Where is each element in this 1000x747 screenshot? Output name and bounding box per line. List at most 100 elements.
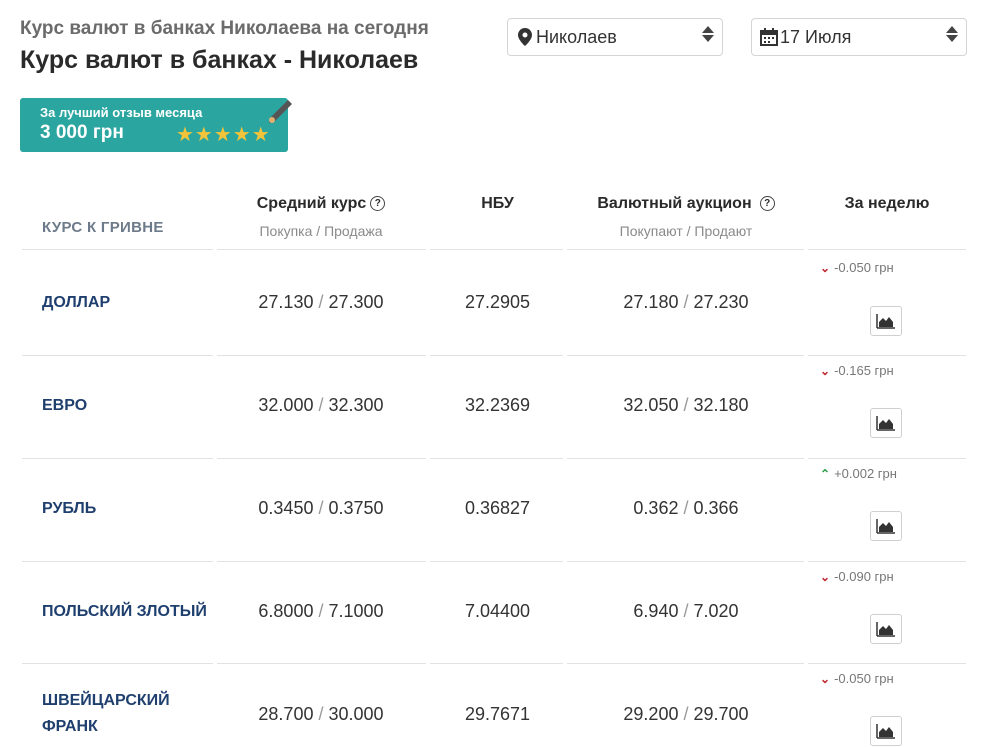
col-header-avg-label: Средний курс [256,195,367,212]
help-icon[interactable]: ? [370,196,386,211]
area-chart-icon [876,416,895,431]
divider [430,561,563,562]
chevron-down-icon: ⌄ [820,671,831,686]
auction-buy: 32.050 [623,395,679,415]
currency-name[interactable]: ЕВРО [42,393,87,419]
auction-sell: 7.020 [693,601,739,621]
rate-separator: / [683,601,689,621]
sell-rate: 7.1000 [328,601,384,621]
divider [430,458,563,459]
rate-separator: / [683,704,689,724]
week-change: ⌄ -0.090 грн [820,569,894,584]
rate-separator: / [318,395,324,415]
currency-name[interactable]: ПОЛЬСКИЙ ЗЛОТЫЙ [42,599,207,625]
auction-buy: 6.940 [633,601,679,621]
col-header-auction-sub: Покупают / Продают [619,223,753,239]
divider [567,561,804,562]
col-header-nbu-label: НБУ [481,195,514,212]
week-change-value: -0.090 грн [834,569,894,584]
rate-separator: / [318,498,324,518]
currency-name[interactable]: ДОЛЛАР [42,290,110,316]
divider [217,663,426,664]
divider [22,561,213,562]
chart-button[interactable] [870,716,902,746]
col-header-week-label: За неделю [844,195,930,212]
divider [430,355,563,356]
col-header-week: За неделю [808,195,966,213]
avg-rate: 32.000 / 32.300 [215,395,427,416]
divider [808,355,966,356]
select-arrows-icon [702,26,714,42]
chart-button[interactable] [870,511,902,541]
avg-rate: 28.700 / 30.000 [215,704,427,725]
chevron-down-icon: ⌄ [820,569,831,584]
divider [567,458,804,459]
week-change-value: -0.050 грн [834,671,894,686]
auction-rate: 6.940 / 7.020 [568,601,804,622]
week-change: ⌃ +0.002 грн [820,466,897,481]
chart-button[interactable] [870,408,902,438]
col-header-avg: Средний курс? Покупка / Продажа [215,195,427,239]
currency-name[interactable]: ШВЕЙЦАРСКИЙ ФРАНК [42,688,170,740]
area-chart-icon [876,519,895,534]
sell-rate: 30.000 [328,704,384,724]
divider [22,355,213,356]
calendar-icon [760,28,778,46]
date-select[interactable]: 17 Июля [751,18,967,56]
rate-separator: / [683,395,689,415]
nbu-rate: 7.04400 [464,601,531,621]
divider [567,355,804,356]
buy-rate: 0.3450 [258,498,314,518]
divider [22,663,213,664]
help-icon[interactable]: ? [759,196,775,211]
chart-button[interactable] [870,306,902,336]
city-select-value: Николаев [536,26,617,47]
currency-name-line2: ФРАНК [42,718,98,735]
divider [22,249,213,250]
auction-sell: 29.700 [693,704,749,724]
divider [430,249,563,250]
currency-name[interactable]: РУБЛЬ [42,496,96,522]
auction-rate: 0.362 / 0.366 [568,498,804,519]
week-change-value: -0.050 грн [834,260,894,275]
avg-rate: 27.130 / 27.300 [215,292,427,313]
buy-rate: 27.130 [258,292,314,312]
buy-rate: 6.8000 [258,601,314,621]
page-subtitle: Курс валют в банках Николаева на сегодня [20,18,429,39]
divider [217,458,426,459]
area-chart-icon [876,724,895,739]
nbu-rate: 27.2905 [464,292,531,312]
nbu-rate: 29.7671 [464,704,531,724]
nbu-rate: 0.36827 [464,498,531,518]
col-header-nbu: НБУ [430,195,565,213]
nbu-rate: 32.2369 [464,395,531,415]
week-change-value: +0.002 грн [834,466,897,481]
auction-buy: 0.362 [633,498,679,518]
auction-rate: 29.200 / 29.700 [568,704,804,725]
chevron-down-icon: ⌄ [820,260,831,275]
promo-text: За лучший отзыв месяца [40,105,203,120]
sell-rate: 27.300 [328,292,384,312]
chart-button[interactable] [870,614,902,644]
divider [567,663,804,664]
sell-rate: 32.300 [328,395,384,415]
chevron-up-icon: ⌃ [820,466,831,481]
col-header-kurs: КУРС К ГРИВНЕ [42,219,164,236]
week-change-value: -0.165 грн [834,363,894,378]
promo-banner[interactable]: За лучший отзыв месяца 3 000 грн ★★★★★ [20,98,292,152]
divider [217,249,426,250]
buy-rate: 28.700 [258,704,314,724]
auction-rate: 32.050 / 32.180 [568,395,804,416]
rate-separator: / [683,292,689,312]
city-select[interactable]: Николаев [507,18,723,56]
divider [567,249,804,250]
avg-rate: 0.3450 / 0.3750 [215,498,427,519]
buy-rate: 32.000 [258,395,314,415]
col-header-avg-sub: Покупка / Продажа [259,223,383,239]
rate-separator: / [318,292,324,312]
rate-separator: / [318,601,324,621]
map-pin-icon [518,28,532,46]
divider [808,458,966,459]
auction-sell: 27.230 [693,292,749,312]
page-title: Курс валют в банках - Николаев [20,46,419,74]
